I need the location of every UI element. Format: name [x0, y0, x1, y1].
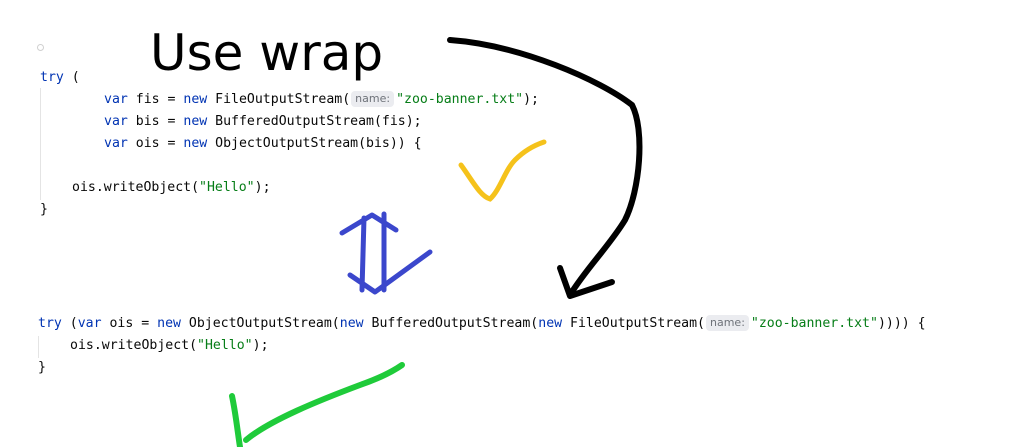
swap-arrows-icon — [339, 211, 433, 295]
annotation-layer: Use wrap — [150, 24, 643, 447]
yellow-check-icon — [458, 139, 547, 202]
annotation-text: Use wrap — [150, 24, 383, 82]
curved-arrow-icon — [447, 37, 643, 298]
green-check-icon — [229, 362, 405, 447]
